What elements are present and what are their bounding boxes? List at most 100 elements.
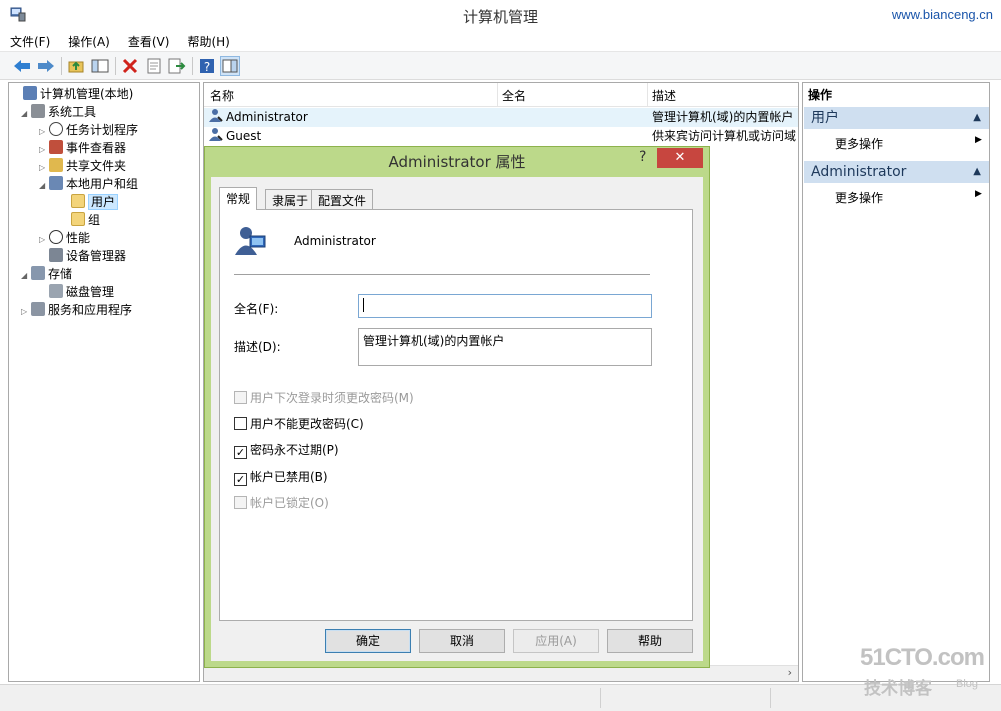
disk-management-icon — [49, 284, 63, 298]
checkbox-cannot-change-password[interactable]: 用户不能更改密码(C) — [234, 416, 364, 432]
actions-section-administrator[interactable]: Administrator ▲ — [804, 161, 989, 183]
user-name: Guest — [226, 129, 262, 143]
checkmark-icon[interactable]: ✓ — [234, 473, 247, 486]
actions-section-title: Administrator — [811, 164, 907, 180]
tree-node-computer-management[interactable]: 计算机管理(本地) — [13, 85, 133, 103]
more-actions-label: 更多操作 — [835, 191, 884, 205]
performance-icon — [49, 230, 63, 244]
collapse-triangle-icon[interactable]: ▲ — [973, 161, 981, 183]
show-hide-action-pane-icon[interactable] — [220, 56, 240, 76]
column-header-name[interactable]: 名称 — [210, 87, 234, 104]
help-button[interactable]: 帮助 — [607, 629, 693, 653]
tree-node-task-scheduler[interactable]: ▷ 任务计划程序 — [39, 121, 138, 139]
checkbox-box[interactable] — [234, 391, 247, 404]
back-arrow-icon[interactable] — [12, 56, 32, 76]
window-title: 计算机管理 — [462, 8, 538, 26]
checkbox-account-disabled[interactable]: ✓ 帐户已禁用(B) — [234, 469, 328, 486]
dialog-help-icon[interactable]: ? — [639, 149, 646, 165]
list-header: 名称 全名 描述 — [204, 83, 798, 107]
tree-node-disk-management[interactable]: 磁盘管理 — [39, 283, 114, 301]
menu-action[interactable]: 操作(A) — [58, 30, 118, 50]
tree-node-label: 存储 — [48, 267, 73, 281]
checkbox-label: 用户下次登录时须更改密码(M) — [250, 391, 414, 405]
checkbox-account-locked[interactable]: 帐户已锁定(O) — [234, 495, 329, 511]
menu-help[interactable]: 帮助(H) — [177, 30, 237, 50]
column-divider[interactable] — [647, 83, 648, 107]
checkbox-must-change-password[interactable]: 用户下次登录时须更改密码(M) — [234, 390, 414, 406]
checkbox-label: 用户不能更改密码(C) — [250, 417, 364, 431]
tree-node-local-users-groups[interactable]: ◢ 本地用户和组 — [39, 175, 138, 193]
system-tools-icon — [31, 104, 45, 118]
more-actions-label: 更多操作 — [835, 137, 884, 151]
tree-node-label: 性能 — [66, 231, 91, 245]
user-icon — [208, 127, 224, 148]
checkmark-icon[interactable]: ✓ — [234, 446, 247, 459]
tree-node-device-manager[interactable]: 设备管理器 — [39, 247, 126, 265]
tab-member-of[interactable]: 隶属于 — [265, 189, 316, 209]
actions-section-users[interactable]: 用户 ▲ — [804, 107, 989, 129]
checkbox-box[interactable] — [234, 417, 247, 430]
dialog-body: 常规 隶属于 配置文件 Administrator 全名(F): 描述(D): … — [211, 177, 703, 661]
show-hide-tree-icon[interactable] — [90, 56, 110, 76]
delete-icon[interactable] — [120, 56, 140, 76]
properties-icon[interactable] — [144, 56, 164, 76]
title-bar: 计算机管理 www.bianceng.cn — [0, 0, 1001, 30]
tab-panel-general: Administrator 全名(F): 描述(D): 管理计算机(域)的内置帐… — [219, 209, 693, 621]
collapse-arrow-icon[interactable]: ◢ — [39, 177, 49, 195]
watermark-blog: Blog — [956, 678, 979, 690]
menu-view[interactable]: 查看(V) — [118, 30, 178, 50]
more-actions-users[interactable]: 更多操作 ▶ — [835, 135, 985, 152]
svg-text:?: ? — [204, 60, 210, 74]
forward-arrow-icon[interactable] — [36, 56, 56, 76]
event-viewer-icon — [49, 140, 63, 154]
help-icon[interactable]: ? — [197, 56, 217, 76]
tab-general[interactable]: 常规 — [219, 187, 258, 210]
expand-arrow-icon[interactable]: ▷ — [21, 303, 31, 321]
user-icon — [208, 108, 224, 129]
tree-node-label: 事件查看器 — [66, 141, 127, 155]
collapse-arrow-icon[interactable]: ◢ — [21, 267, 31, 285]
computer-management-icon — [23, 86, 37, 100]
user-description: 供来宾访问计算机或访问域 — [652, 129, 796, 143]
column-header-description[interactable]: 描述 — [652, 87, 676, 104]
toolbar-separator — [61, 57, 62, 75]
scroll-right-icon[interactable]: › — [788, 666, 792, 679]
column-header-fullname[interactable]: 全名 — [502, 87, 526, 104]
checkbox-box[interactable] — [234, 496, 247, 509]
description-field[interactable]: 管理计算机(域)的内置帐户 — [358, 328, 652, 366]
watermark-logo: 51CTO.com — [860, 644, 985, 671]
more-actions-administrator[interactable]: 更多操作 ▶ — [835, 189, 985, 206]
collapse-arrow-icon[interactable]: ◢ — [21, 105, 31, 123]
tree-node-groups[interactable]: 组 — [61, 211, 100, 229]
watermark-url: www.bianceng.cn — [891, 7, 993, 22]
tree-node-users[interactable]: 用户 — [61, 193, 119, 211]
list-row-administrator[interactable]: Administrator 管理计算机(域)的内置帐户 — [204, 108, 798, 127]
tree-node-system-tools[interactable]: ◢ 系统工具 — [21, 103, 96, 121]
tree-node-label: 设备管理器 — [66, 249, 127, 263]
export-list-icon[interactable] — [167, 56, 187, 76]
tree-node-event-viewer[interactable]: ▷ 事件查看器 — [39, 139, 126, 157]
tree-node-services-applications[interactable]: ▷ 服务和应用程序 — [21, 301, 132, 319]
submenu-arrow-icon: ▶ — [975, 135, 982, 145]
storage-icon — [31, 266, 45, 280]
menu-file[interactable]: 文件(F) — [0, 30, 58, 50]
checkbox-password-never-expires[interactable]: ✓ 密码永不过期(P) — [234, 442, 339, 459]
tab-profile[interactable]: 配置文件 — [311, 189, 374, 209]
tree-node-storage[interactable]: ◢ 存储 — [21, 265, 72, 283]
toolbar-separator — [192, 57, 193, 75]
folder-icon — [71, 212, 85, 226]
tree-node-label: 用户 — [88, 194, 119, 210]
ok-button[interactable]: 确定 — [325, 629, 411, 653]
list-row-guest[interactable]: Guest 供来宾访问计算机或访问域 — [204, 127, 798, 146]
up-folder-icon[interactable] — [66, 56, 86, 76]
column-divider[interactable] — [497, 83, 498, 107]
dialog-close-button[interactable]: ✕ — [657, 148, 703, 168]
account-username: Administrator — [294, 234, 376, 248]
collapse-triangle-icon[interactable]: ▲ — [973, 107, 981, 129]
apply-button[interactable]: 应用(A) — [513, 629, 599, 653]
tree-node-shared-folders[interactable]: ▷ 共享文件夹 — [39, 157, 126, 175]
fullname-field[interactable] — [358, 294, 652, 318]
text-caret — [363, 298, 364, 312]
cancel-button[interactable]: 取消 — [419, 629, 505, 653]
tree-node-performance[interactable]: ▷ 性能 — [39, 229, 90, 247]
